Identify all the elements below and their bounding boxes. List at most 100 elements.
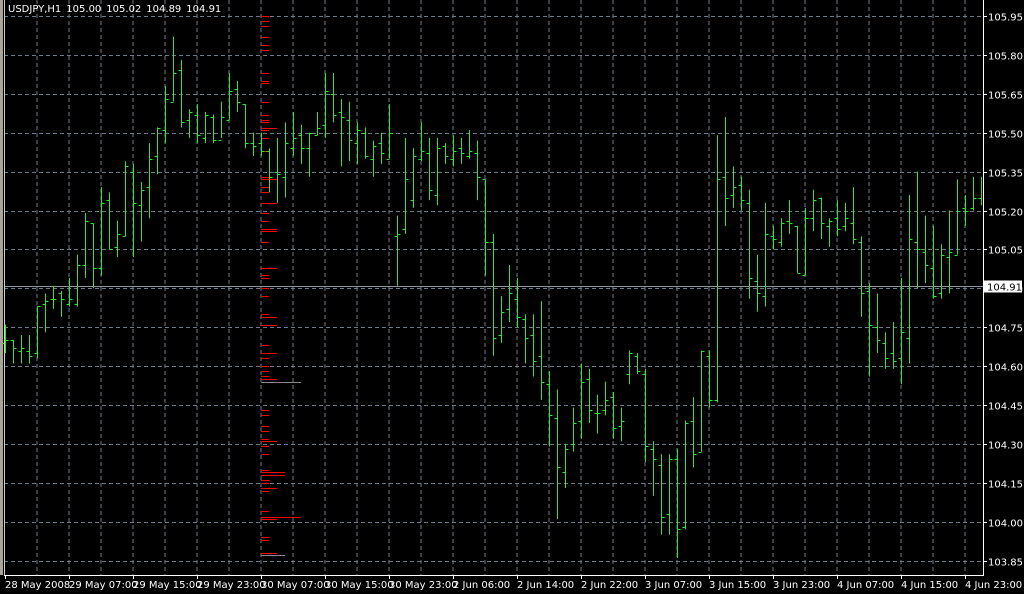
ohlc-bar <box>962 194 969 227</box>
ohlc-bar <box>386 104 393 160</box>
time-tick-label: 2 Jun 14:00 <box>517 580 574 591</box>
price-tick-label: 104.60 <box>988 363 1023 374</box>
ohlc-bar <box>26 334 33 364</box>
ohlc-bar <box>178 60 185 128</box>
ohlc-bar <box>258 132 265 157</box>
ohlc-bar <box>674 449 681 559</box>
ohlc-bar <box>858 236 865 317</box>
ohlc-bar <box>106 192 113 250</box>
ohlc-bar <box>330 73 337 123</box>
time-tick-label: 29 May 07:00 <box>69 580 138 591</box>
ohlc-bar <box>874 293 881 354</box>
ohlc-bar <box>378 132 385 164</box>
ohlc-bar <box>930 226 937 299</box>
ohlc-bar <box>626 350 633 385</box>
ohlc-bar <box>474 140 481 201</box>
ohlc-bar <box>10 340 17 364</box>
ohlc-bar <box>82 213 89 278</box>
ohlc-bar <box>346 101 353 162</box>
ohlc-bar <box>50 285 57 310</box>
ohlc-bar <box>786 200 793 234</box>
high-value: 105.02 <box>106 4 142 15</box>
ohlc-bar <box>570 407 577 452</box>
ohlc-bars <box>2 36 982 559</box>
ohlc-bar <box>322 73 329 138</box>
price-tick-label: 105.20 <box>988 208 1023 219</box>
ohlc-bar <box>242 104 249 149</box>
price-tick-label: 105.80 <box>988 52 1023 63</box>
ohlc-bar <box>594 394 601 434</box>
ohlc-bar <box>114 220 121 258</box>
ohlc-bar <box>650 441 657 496</box>
ohlc-bar <box>338 98 345 167</box>
ohlc-bar <box>226 73 233 121</box>
time-tick-label: 2 Jun 06:00 <box>453 580 510 591</box>
ohlc-bar <box>866 283 873 377</box>
ohlc-bar <box>706 350 713 408</box>
time-tick-label: 29 May 15:00 <box>133 580 202 591</box>
ohlc-bar <box>98 187 105 276</box>
ohlc-bar <box>218 101 225 141</box>
ohlc-bar <box>882 332 889 369</box>
time-tick-label: 2 Jun 22:00 <box>581 580 638 591</box>
ohlc-bar <box>714 135 721 403</box>
ohlc-bar <box>42 293 49 333</box>
ohlc-bar <box>194 104 201 144</box>
price-tick-label: 104.15 <box>988 480 1023 491</box>
ohlc-bar <box>170 36 177 103</box>
ohlc-bar <box>482 179 489 276</box>
ohlc-bar <box>946 210 953 294</box>
ohlc-bar <box>250 132 257 157</box>
ohlc-bar <box>546 371 553 447</box>
ohlc-bar <box>850 187 857 245</box>
price-tick-label: 105.05 <box>988 246 1023 257</box>
time-tick-label: 4 Jun 07:00 <box>837 580 894 591</box>
current-price-label: 104.91 <box>987 283 1022 294</box>
ohlc-bar <box>490 233 497 356</box>
ohlc-bar <box>314 111 321 136</box>
ohlc-bar <box>426 137 433 201</box>
ohlc-bar <box>778 218 785 247</box>
ohlc-bar <box>754 254 761 312</box>
ohlc-bar <box>738 176 745 211</box>
ohlc-bar <box>458 137 465 164</box>
ohlc-bar <box>394 215 401 286</box>
ohlc-bar <box>562 443 569 488</box>
close-value: 104.91 <box>186 4 222 15</box>
ohlc-bar <box>522 314 529 364</box>
ohlc-bar <box>298 124 305 164</box>
time-tick-label: 30 May 23:00 <box>389 580 458 591</box>
ohlc-bar <box>202 111 209 144</box>
ohlc-bar <box>34 306 41 359</box>
ohlc-bar <box>2 324 9 354</box>
time-tick-label: 3 Jun 23:00 <box>773 580 830 591</box>
ohlc-bar <box>834 200 841 237</box>
ohlc-bar <box>762 202 769 307</box>
ohlc-bar <box>954 179 961 256</box>
ohlc-bar <box>802 207 809 276</box>
ohlc-bar <box>826 218 833 247</box>
ohlc-bar <box>418 122 425 162</box>
ohlc-bar <box>610 392 617 439</box>
ohlc-bar <box>210 114 217 144</box>
ohlc-bar <box>58 290 65 317</box>
ohlc-bar <box>818 197 825 240</box>
ohlc-bar <box>18 334 25 364</box>
ohlc-bar <box>274 137 281 203</box>
ohlc-bar <box>402 137 409 234</box>
price-tick-label: 104.45 <box>988 402 1023 413</box>
open-value: 105.00 <box>66 4 102 15</box>
ohlc-bar <box>642 368 649 463</box>
ohlc-bar <box>618 407 625 442</box>
ohlc-bar <box>90 223 97 289</box>
price-axis: 105.95 105.80 105.65 105.50 105.35 105.20 105.… <box>983 13 1023 569</box>
ohlc-bar <box>970 176 977 211</box>
ohlc-bar <box>746 189 753 299</box>
ohlc-bar <box>506 264 513 323</box>
time-tick-label: 3 Jun 15:00 <box>709 580 766 591</box>
ohlc-bar <box>362 127 369 159</box>
price-chart[interactable]: 28 May 200829 May 07:0029 May 15:0029 Ma… <box>0 0 1024 594</box>
time-tick-label: 4 Jun 15:00 <box>901 580 958 591</box>
ohlc-bar <box>370 140 377 177</box>
ohlc-bar <box>906 194 913 364</box>
